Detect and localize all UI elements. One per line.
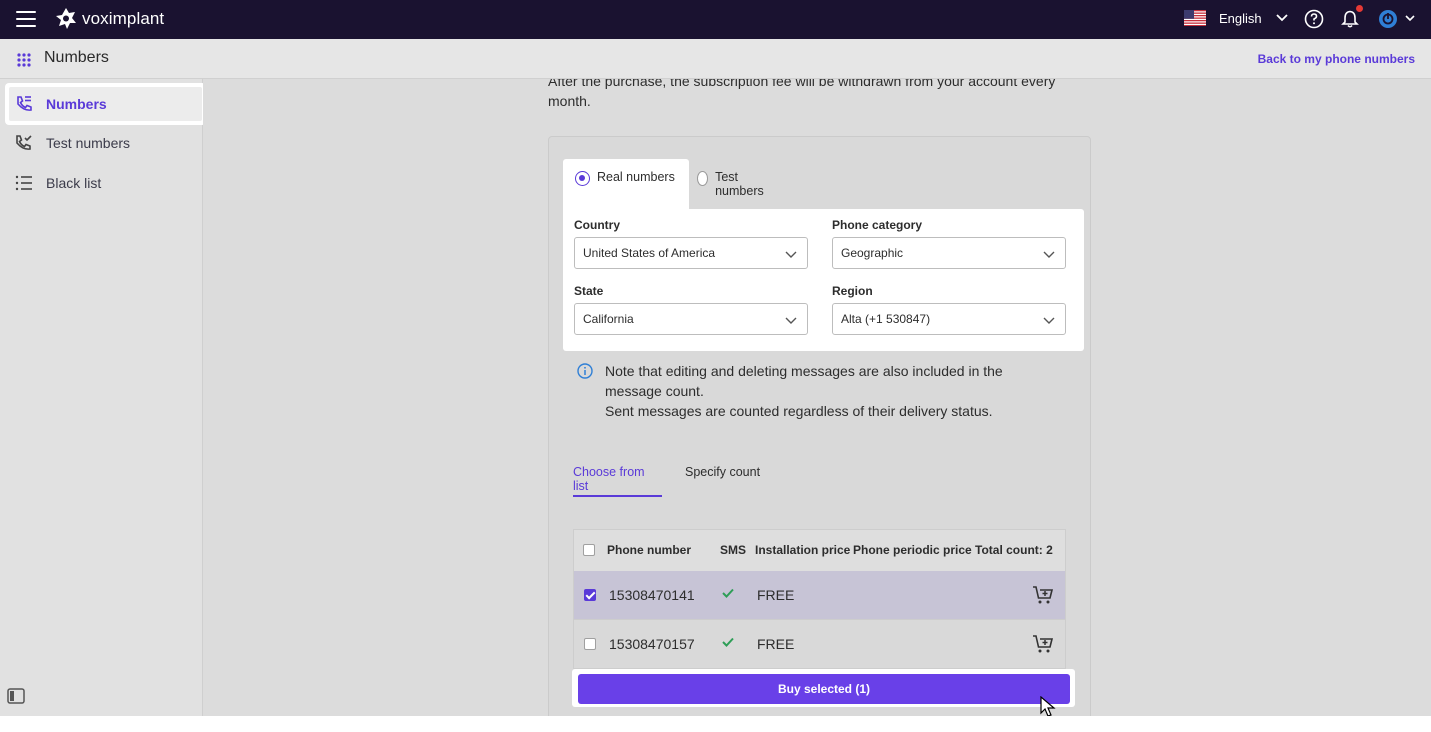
region-field: Region Alta (+1 530847) — [832, 284, 1066, 335]
check-icon — [722, 637, 734, 647]
sidebar-item-label: Numbers — [46, 96, 107, 112]
bottom-strip — [0, 716, 1431, 732]
installation-price: FREE — [757, 636, 795, 652]
state-label: State — [574, 284, 604, 298]
back-to-numbers-link[interactable]: Back to my phone numbers — [1258, 52, 1415, 66]
country-field: Country United States of America — [574, 218, 808, 269]
numbers-table: Phone number SMS Installation price Phon… — [573, 529, 1066, 669]
region-label: Region — [832, 284, 873, 298]
brand-logo[interactable]: voximplant — [54, 6, 164, 32]
intro-text: After the purchase, the subscription fee… — [548, 79, 1056, 109]
note-line-1: Note that editing and deleting messages … — [605, 363, 1003, 399]
tab-test-numbers[interactable]: Test numbers — [685, 159, 768, 209]
add-to-cart-icon[interactable] — [1032, 585, 1054, 605]
tab-choose-from-list[interactable]: Choose from list — [573, 465, 662, 497]
bell-icon[interactable] — [1340, 9, 1360, 29]
check-icon — [722, 588, 734, 598]
table-row[interactable]: 15308470141 FREE — [573, 571, 1066, 620]
info-icon — [577, 363, 593, 379]
table-row[interactable]: 15308470157 FREE — [573, 620, 1066, 669]
col-installation-price: Installation price — [755, 543, 851, 557]
tab-label: Test numbers — [715, 170, 764, 198]
country-value: United States of America — [583, 246, 716, 260]
tab-label: Real numbers — [597, 170, 675, 184]
top-bar: voximplant English — [0, 0, 1431, 39]
add-to-cart-icon[interactable] — [1032, 634, 1054, 654]
voximplant-logo-icon — [56, 8, 76, 29]
main-content: After the purchase, the subscription fee… — [203, 79, 1431, 716]
buy-selected-button[interactable]: Buy selected (1) — [578, 674, 1070, 704]
state-field: State California — [574, 284, 808, 335]
col-total-count: Total count: 2 — [975, 543, 1053, 557]
chevron-down-icon — [1276, 14, 1288, 22]
test-phone-icon — [16, 135, 32, 150]
phone-category-select[interactable]: Geographic — [832, 237, 1066, 269]
sidebar: Numbers Test numbers Black list — [0, 79, 205, 716]
chevron-down-icon — [785, 251, 797, 258]
collapse-sidebar-icon[interactable] — [7, 688, 25, 704]
apps-grid-icon[interactable] — [16, 52, 32, 68]
col-sms: SMS — [720, 543, 747, 557]
col-phone-number: Phone number — [607, 543, 692, 557]
country-select[interactable]: United States of America — [574, 237, 808, 269]
language-label: English — [1219, 10, 1262, 26]
us-flag-icon — [1184, 10, 1206, 26]
phone-numbers-icon — [17, 96, 32, 111]
chevron-down-icon — [1043, 317, 1055, 324]
list-icon — [15, 175, 32, 191]
select-all-checkbox[interactable] — [583, 544, 595, 556]
info-note: Note that editing and deleting messages … — [577, 361, 1047, 421]
brand-name: voximplant — [82, 9, 165, 28]
radio-real-numbers[interactable] — [575, 171, 590, 186]
mouse-cursor-icon — [1040, 696, 1056, 717]
notification-badge — [1356, 5, 1363, 12]
buy-numbers-card: Real numbers Test numbers Country United… — [548, 136, 1091, 716]
phone-number: 15308470141 — [609, 587, 695, 603]
sidebar-item-black-list[interactable]: Black list — [6, 163, 205, 203]
menu-icon[interactable] — [16, 11, 36, 27]
phone-category-value: Geographic — [841, 246, 904, 260]
row-checkbox[interactable] — [584, 589, 596, 601]
sub-header: Numbers Back to my phone numbers — [0, 39, 1431, 79]
note-line-2: Sent messages are counted regardless of … — [605, 403, 993, 419]
state-select[interactable]: California — [574, 303, 808, 335]
country-label: Country — [574, 218, 620, 232]
col-periodic-price: Phone periodic price — [853, 543, 972, 557]
region-select[interactable]: Alta (+1 530847) — [832, 303, 1066, 335]
tab-real-numbers[interactable]: Real numbers — [563, 159, 689, 209]
language-selector[interactable]: English — [1184, 10, 1288, 26]
row-checkbox[interactable] — [584, 638, 596, 650]
region-value: Alta (+1 530847) — [841, 312, 931, 326]
table-header: Phone number SMS Installation price Phon… — [573, 529, 1066, 571]
sidebar-item-label: Black list — [46, 175, 102, 191]
chevron-down-icon — [1043, 251, 1055, 258]
radio-test-numbers[interactable] — [697, 171, 709, 186]
phone-category-label: Phone category — [832, 218, 923, 232]
sidebar-item-numbers[interactable]: Numbers — [6, 84, 205, 124]
chevron-down-icon — [785, 317, 797, 324]
phone-number: 15308470157 — [609, 636, 695, 652]
state-value: California — [583, 312, 634, 326]
tab-specify-count[interactable]: Specify count — [685, 465, 760, 497]
buy-button-highlight: Buy selected (1) — [572, 669, 1075, 707]
number-filter-form: Country United States of America Phone c… — [563, 209, 1084, 351]
page-title: Numbers — [44, 49, 109, 66]
selection-mode-tabs: Choose from list Specify count — [573, 465, 1043, 497]
help-icon[interactable] — [1304, 9, 1324, 29]
sidebar-item-label: Test numbers — [46, 135, 131, 151]
phone-category-field: Phone category Geographic — [832, 218, 1066, 269]
account-icon[interactable] — [1378, 9, 1398, 29]
account-chevron-icon[interactable] — [1405, 15, 1415, 22]
sidebar-item-test-numbers[interactable]: Test numbers — [6, 123, 205, 163]
installation-price: FREE — [757, 587, 795, 603]
